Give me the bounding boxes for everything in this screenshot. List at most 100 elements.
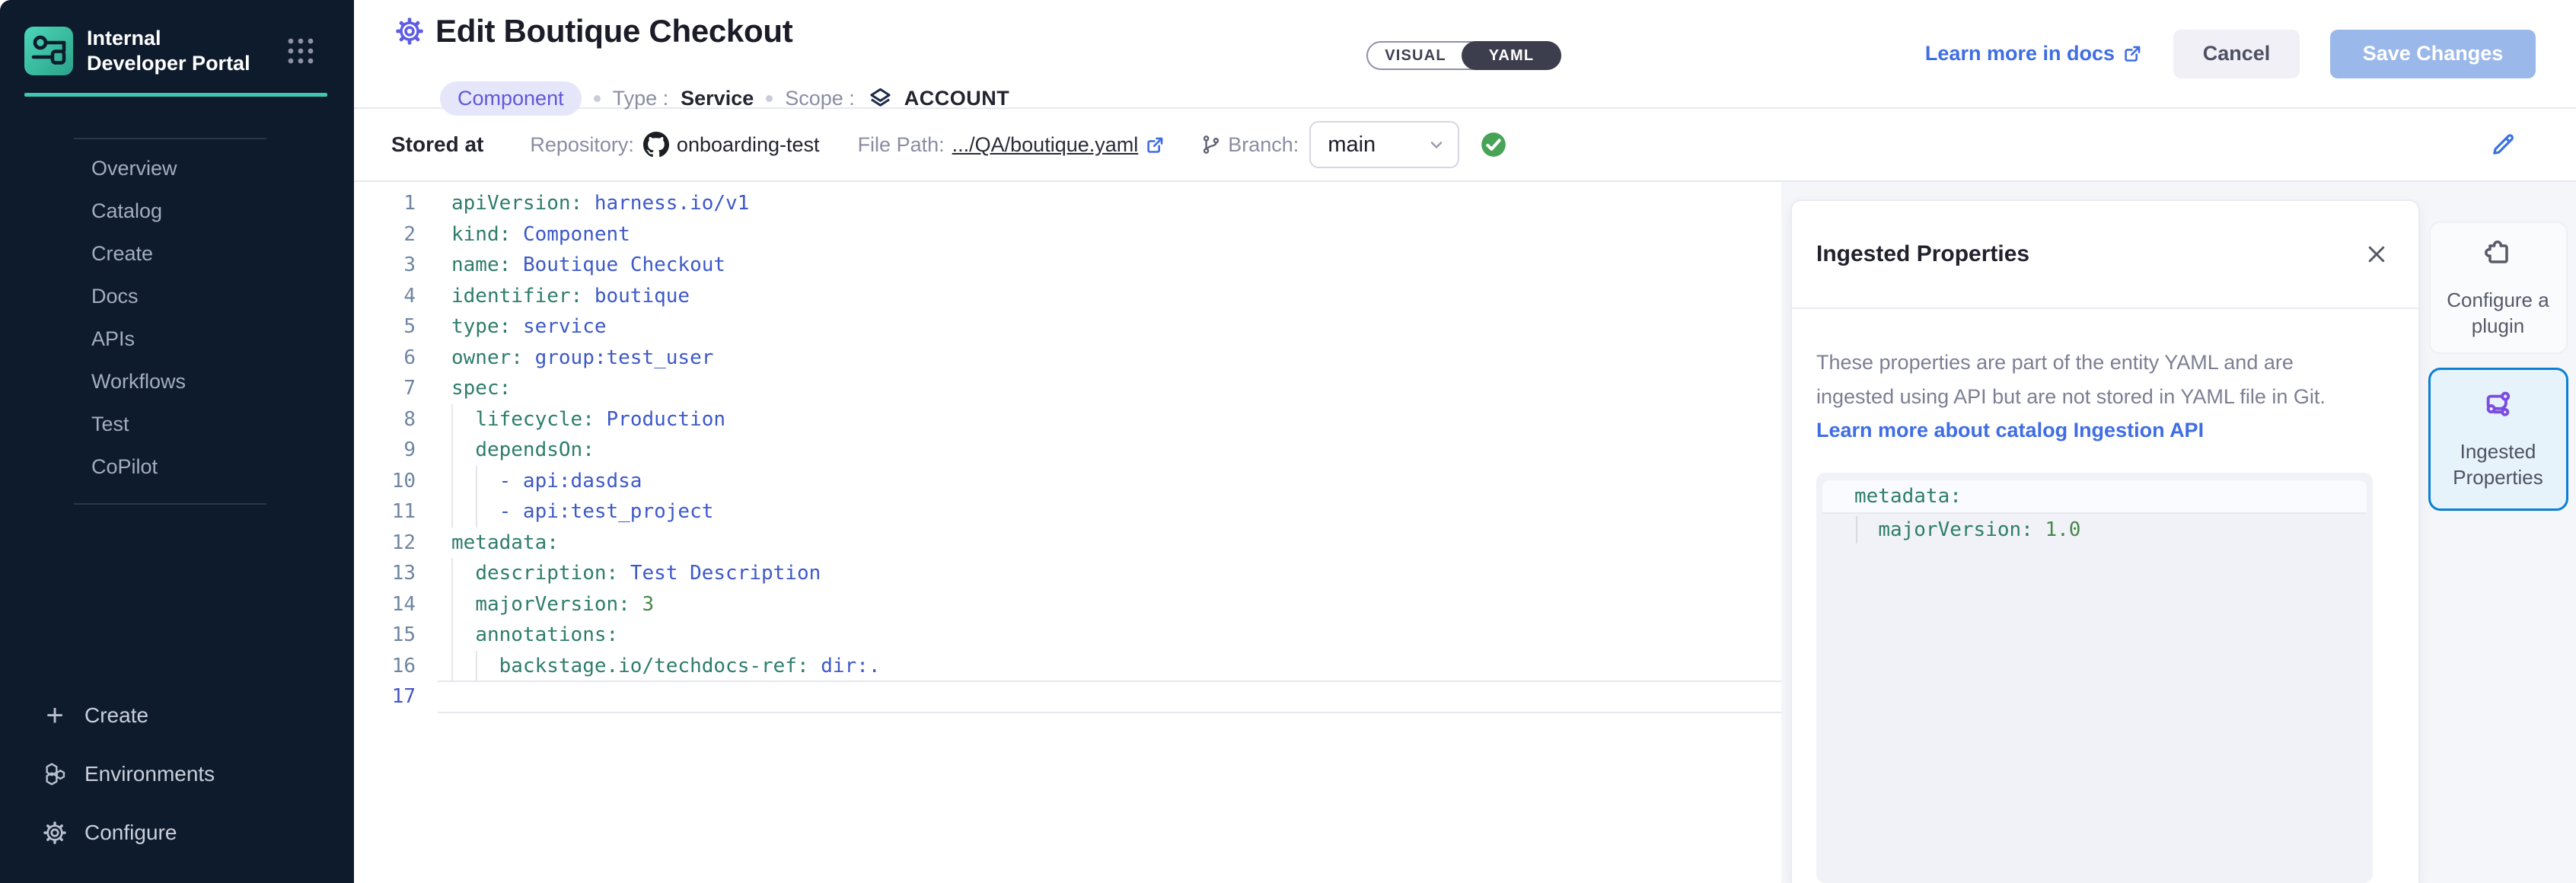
yaml-editor[interactable]: 1apiVersion: harness.io/v12kind: Compone… [354,182,1781,883]
chevron-down-icon [1427,135,1446,154]
repository-label: Repository: [530,133,634,157]
kind-badge: Component [440,81,582,116]
sidebar-item-apis[interactable]: APIs [0,317,354,360]
editor-line-2[interactable]: 2kind: Component [354,219,1781,250]
sidebar-item-label: Configure [84,821,177,845]
editor-line-1[interactable]: 1apiVersion: harness.io/v1 [354,188,1781,219]
external-link-icon [2122,43,2143,64]
panel-description: These properties are part of the entity … [1816,346,2357,414]
right-panel-area: Ingested Properties These properties are… [1781,182,2576,883]
branch-value: main [1328,132,1376,158]
sidebar-item-overview[interactable]: Overview [0,147,354,190]
sidebar-item-test[interactable]: Test [0,403,354,445]
page-title: Edit Boutique Checkout [435,13,792,49]
branch-select[interactable]: main [1309,121,1459,168]
github-icon [643,132,669,158]
edit-pencil-icon[interactable] [2489,131,2517,158]
editor-line-14[interactable]: 14 majorVersion: 3 [354,589,1781,620]
line-number: 1 [354,188,416,219]
editor-line-15[interactable]: 15 annotations: [354,620,1781,651]
sidebar-item-label: Environments [84,762,215,786]
plugin-icon [2482,237,2515,276]
type-value: Service [681,87,754,110]
dot-separator [766,95,773,102]
plugin-rail: Configure a plugin [2420,182,2576,883]
sidebar-item-configure[interactable]: Configure [0,803,354,862]
sidebar-item-environments[interactable]: Environments [0,744,354,803]
line-number: 9 [354,435,416,466]
line-number: 17 [354,681,416,712]
scope-label: Scope : [785,87,855,110]
editor-line-4[interactable]: 4identifier: boutique [354,281,1781,312]
nav-divider [74,138,266,139]
file-path-label: File Path: [858,133,945,157]
editor-line-13[interactable]: 13 description: Test Description [354,558,1781,589]
editor-line-5[interactable]: 5type: service [354,311,1781,343]
editor-line-3[interactable]: 3name: Boutique Checkout [354,250,1781,281]
sidebar-item-copilot[interactable]: CoPilot [0,445,354,488]
plus-icon: + [42,703,68,728]
editor-line-9[interactable]: 9 dependsOn: [354,435,1781,466]
line-number: 11 [354,496,416,528]
sidebar-item-docs[interactable]: Docs [0,275,354,317]
save-changes-button[interactable]: Save Changes [2330,30,2536,78]
line-number: 3 [354,250,416,281]
dot-separator [594,95,601,102]
editor-line-16[interactable]: 16 backstage.io/techdocs-ref: dir:. [354,651,1781,682]
app-root: Internal Developer Portal OverviewCatalo… [0,0,2576,883]
repository-value: onboarding-test [677,133,820,157]
editor-line-12[interactable]: 12metadata: [354,528,1781,559]
indent-guide [451,589,453,620]
editor-line-6[interactable]: 6owner: group:test_user [354,343,1781,374]
ingested-properties-panel: Ingested Properties These properties are… [1790,199,2420,883]
brand-accent-line [24,93,327,97]
indent-guide [1856,516,1857,544]
line-number: 12 [354,528,416,559]
entity-gear-icon [394,16,425,46]
git-branch-icon [1200,134,1222,155]
close-icon[interactable] [2365,243,2388,266]
toggle-visual[interactable]: VISUAL [1368,43,1463,69]
ingested-properties-icon [2482,388,2515,428]
cancel-button[interactable]: Cancel [2173,30,2300,78]
line-number: 16 [354,651,416,682]
external-link-icon[interactable] [1145,135,1165,155]
sidebar-item-label: Create [84,703,148,728]
editor-line-17[interactable]: 17 [354,681,1781,712]
brand-title: Internal Developer Portal [87,26,266,76]
editor-line-11[interactable]: 11 - api:test_project [354,496,1781,528]
indent-guide [476,466,477,497]
rail-card-label: Configure a plugin [2431,287,2566,339]
valid-check-icon [1479,130,1508,159]
entity-meta: Component Type : Service Scope : ACCOUNT [440,81,1009,116]
editor-line-10[interactable]: 10 - api:dasdsa [354,466,1781,497]
gear-icon [42,820,68,846]
stored-at-label: Stored at [391,132,483,157]
toggle-yaml[interactable]: YAML [1462,41,1561,70]
configure-plugin-card[interactable]: Configure a plugin [2429,222,2568,354]
indent-guide [476,651,477,682]
visual-yaml-toggle[interactable]: VISUAL YAML [1366,41,1561,70]
sidebar: Internal Developer Portal OverviewCatalo… [0,0,354,883]
line-number: 5 [354,311,416,343]
editor-line-7[interactable]: 7spec: [354,373,1781,404]
sidebar-item-create[interactable]: Create [0,232,354,275]
line-number: 10 [354,466,416,497]
panel-code-line-1: metadata: [1822,480,2367,514]
app-grid-icon[interactable] [285,36,316,66]
panel-title: Ingested Properties [1816,241,2029,267]
ingestion-api-link[interactable]: Learn more about catalog Ingestion API [1816,419,2391,442]
line-number: 7 [354,373,416,404]
environments-icon [42,761,68,787]
ingested-properties-card[interactable]: Ingested Properties [2428,368,2568,511]
sidebar-item-catalog[interactable]: Catalog [0,190,354,232]
learn-more-docs-link[interactable]: Learn more in docs [1925,42,2143,65]
sidebar-item-workflows[interactable]: Workflows [0,360,354,403]
sidebar-item-create[interactable]: + Create [0,686,354,744]
indent-guide [451,435,453,466]
sidebar-bottom-nav: + Create Environments [0,686,354,883]
line-number: 6 [354,343,416,374]
file-path-link[interactable]: .../QA/boutique.yaml [952,133,1139,157]
editor-line-8[interactable]: 8 lifecycle: Production [354,404,1781,435]
page-header: Edit Boutique Checkout Component Type : … [354,0,2576,109]
